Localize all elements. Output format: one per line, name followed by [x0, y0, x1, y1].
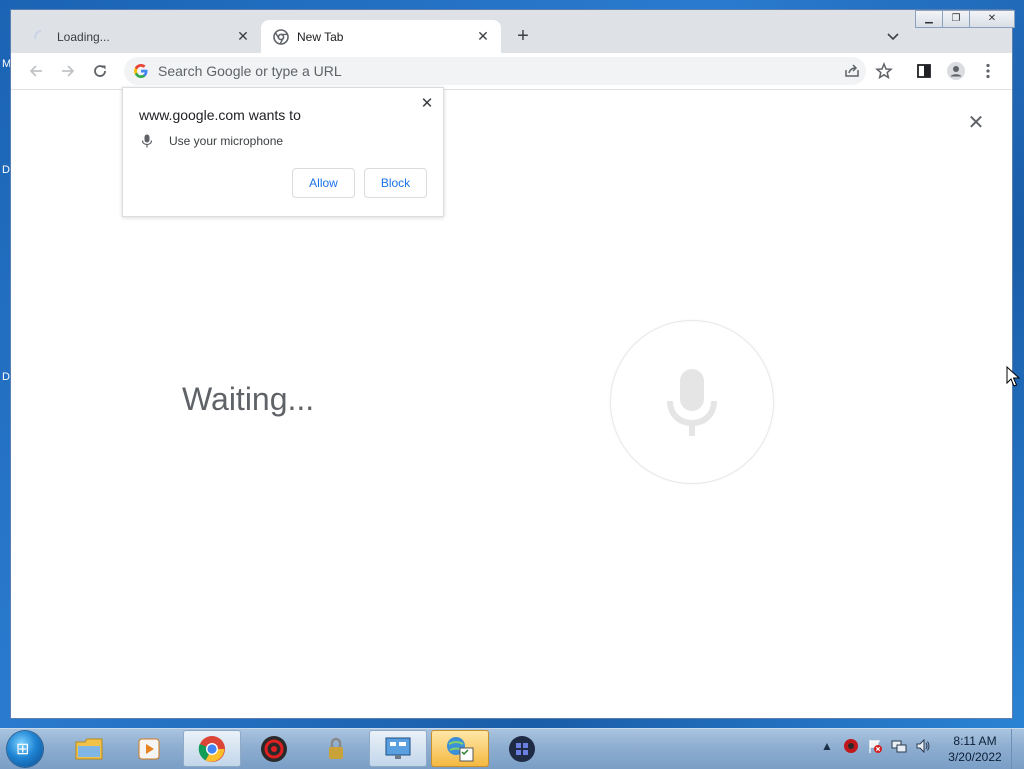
network-icon[interactable] [890, 737, 908, 755]
close-icon[interactable]: ✕ [235, 28, 251, 44]
chevron-down-icon[interactable] [883, 26, 903, 46]
tab-strip: Loading... ✕ New Tab ✕ + ▁ ❐ ✕ [11, 10, 1015, 53]
chrome-icon [273, 28, 289, 45]
close-icon[interactable]: ✕ [419, 96, 435, 112]
browser-toolbar [11, 53, 1012, 90]
close-icon[interactable]: ✕ [475, 28, 491, 44]
reload-icon[interactable] [90, 61, 110, 81]
media-player-icon [138, 738, 160, 759]
tab-title: Loading... [57, 29, 110, 44]
permission-title: www.google.com wants to [139, 107, 301, 123]
voice-search-mic-button[interactable] [610, 320, 774, 484]
loading-spinner-icon [34, 29, 42, 39]
action-center-flag-icon[interactable] [866, 737, 884, 755]
show-desktop-button[interactable] [1011, 729, 1024, 769]
window-close-button[interactable]: ✕ [969, 10, 1015, 28]
taskbar-control-panel[interactable] [369, 730, 427, 767]
taskbar-chrome[interactable] [183, 730, 241, 767]
windows-logo-icon: ⊞ [16, 741, 30, 758]
globe-checklist-icon [447, 736, 474, 761]
tab-title: New Tab [297, 29, 344, 44]
taskbar-media-player[interactable] [120, 730, 178, 767]
arrow-left-icon[interactable] [26, 61, 46, 81]
permission-prompt: www.google.com wants to ✕ Use your micro… [122, 87, 444, 217]
permission-request: Use your microphone [140, 134, 283, 148]
mouse-cursor-icon [1006, 366, 1020, 387]
chevron-up-icon[interactable]: ▲ [818, 737, 836, 755]
system-tray: ▲ [818, 737, 932, 755]
tray-red-app-icon[interactable] [842, 737, 860, 755]
speaker-icon[interactable] [914, 737, 932, 755]
desktop-icon-label: D [2, 164, 10, 176]
clock-date: 3/20/2022 [948, 750, 1002, 764]
google-g-icon [134, 64, 148, 78]
clock-time: 8:11 AM [953, 734, 997, 748]
start-button[interactable]: ⊞ [7, 731, 43, 767]
plus-icon: + [517, 25, 529, 47]
monitor-icon [385, 737, 411, 759]
star-icon[interactable] [874, 61, 894, 81]
chrome-icon [198, 735, 225, 762]
desktop-icon-label: D [2, 371, 10, 383]
omnibox-input[interactable] [156, 62, 810, 80]
tab-loading[interactable]: Loading... ✕ [21, 20, 261, 53]
profile-icon[interactable] [946, 61, 966, 81]
microphone-icon [667, 369, 717, 436]
restore-button[interactable]: ❐ [942, 10, 970, 28]
taskbar-explorer[interactable] [60, 730, 118, 767]
taskbar-clock[interactable]: 8:11 AM 3/20/2022 [940, 733, 1010, 765]
voice-search-status: Waiting... [182, 381, 315, 417]
side-panel-icon[interactable] [914, 61, 934, 81]
app-grid-icon [509, 735, 535, 762]
microphone-icon [141, 134, 153, 148]
permission-request-label: Use your microphone [169, 134, 284, 148]
omnibox[interactable] [124, 57, 866, 85]
taskbar-network-task[interactable] [431, 730, 489, 767]
tab-new-tab[interactable]: New Tab ✕ [261, 20, 501, 53]
allow-button[interactable]: Allow [292, 168, 355, 198]
window-controls: ▁ ❐ ✕ [915, 10, 1015, 28]
arrow-right-icon[interactable] [58, 61, 78, 81]
gear-app-icon [261, 735, 287, 762]
minimize-button[interactable]: ▁ [915, 10, 943, 28]
new-tab-button[interactable]: + [511, 25, 535, 49]
block-button[interactable]: Block [364, 168, 427, 198]
browser-window: Loading... ✕ New Tab ✕ + ▁ ❐ ✕ Search Go… [11, 10, 1015, 718]
taskbar-app-dark[interactable] [493, 730, 551, 767]
taskbar-app-red[interactable] [245, 730, 303, 767]
taskbar: ⊞ ▲ 8:11 AM 3/20/2022 [0, 728, 1024, 769]
folder-icon [75, 738, 103, 759]
desktop-icon-label: M [2, 58, 12, 70]
lock-people-icon [329, 737, 343, 759]
close-icon[interactable]: ✕ [967, 113, 985, 133]
share-icon[interactable] [842, 61, 862, 81]
taskbar-security[interactable] [307, 730, 365, 767]
kebab-menu-icon[interactable] [978, 61, 998, 81]
